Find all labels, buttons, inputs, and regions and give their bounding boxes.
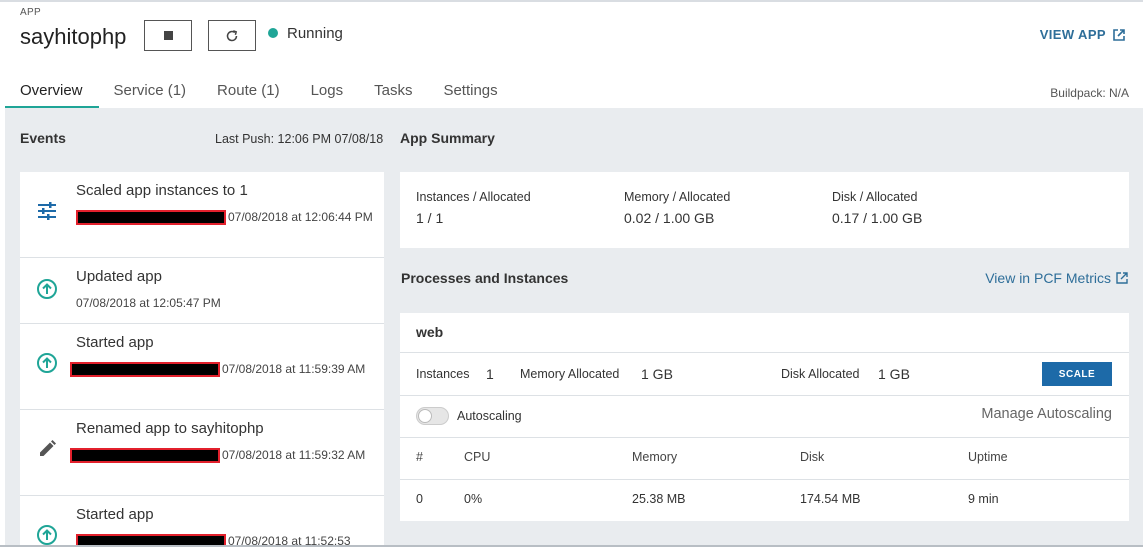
- external-link-icon: [1113, 28, 1125, 41]
- tab-settings[interactable]: Settings: [428, 72, 513, 108]
- event-item: Renamed app to sayhitophp 07/08/2018 at …: [20, 410, 384, 496]
- process-memory-label: Memory Allocated: [520, 367, 620, 381]
- event-item: Started app 07/08/2018 at 11:59:39 AM: [20, 324, 384, 410]
- instance-uptime: 9 min: [968, 492, 999, 506]
- redacted-block: [76, 210, 226, 226]
- app-label: APP: [20, 7, 41, 18]
- app-name: sayhitophp: [20, 24, 127, 49]
- autoscaling-label: Autoscaling: [457, 409, 522, 423]
- event-time: 07/08/2018 at 11:52:53: [228, 534, 351, 545]
- event-time: 07/08/2018 at 12:05:47 PM: [76, 296, 221, 310]
- event-meta: 07/08/2018 at 12:05:47 PM: [76, 293, 376, 313]
- restart-button[interactable]: [208, 20, 256, 51]
- arrow-up-circle-icon: [36, 524, 58, 545]
- instances-stat: Instances / Allocated 1 / 1: [416, 190, 531, 226]
- table-row: 0 0% 25.38 MB 174.54 MB 9 min: [400, 480, 1129, 521]
- processes-title: Processes and Instances: [401, 270, 569, 286]
- autoscaling-row: Autoscaling Manage Autoscaling: [400, 396, 1129, 438]
- column-header: Uptime: [968, 450, 1008, 464]
- buildpack-label: Buildpack: N/A: [1050, 86, 1129, 100]
- event-item: Started app 07/08/2018 at 11:52:53: [20, 496, 384, 545]
- event-item: Updated app 07/08/2018 at 12:05:47 PM: [20, 258, 384, 324]
- instance-index: 0: [416, 492, 423, 506]
- process-card: web Instances 1 Memory Allocated 1 GB Di…: [400, 313, 1129, 521]
- event-title: Renamed app to sayhitophp: [76, 420, 264, 437]
- autoscaling-toggle[interactable]: [416, 407, 449, 425]
- event-meta: 07/08/2018 at 11:59:32 AM: [70, 445, 370, 465]
- toggle-knob: [418, 409, 432, 423]
- process-instances-value: 1: [486, 366, 494, 382]
- instances-table-header: # CPU Memory Disk Uptime: [400, 438, 1129, 480]
- event-title: Updated app: [76, 268, 162, 285]
- arrow-up-circle-icon: [36, 278, 58, 300]
- event-title: Started app: [76, 506, 154, 523]
- external-link-icon: [1116, 272, 1128, 284]
- event-title: Started app: [76, 334, 154, 351]
- view-app-label: VIEW APP: [1039, 27, 1106, 42]
- arrow-up-circle-icon: [36, 352, 58, 374]
- process-disk-label: Disk Allocated: [781, 367, 860, 381]
- pcf-metrics-link[interactable]: View in PCF Metrics: [985, 270, 1129, 286]
- event-time: 07/08/2018 at 11:59:39 AM: [222, 362, 366, 376]
- memory-value: 0.02 / 1.00 GB: [624, 210, 715, 226]
- sliders-icon: [36, 200, 58, 222]
- redacted-block: [76, 534, 226, 545]
- tab-logs[interactable]: Logs: [296, 72, 360, 108]
- stop-icon: [163, 31, 173, 40]
- restart-icon: [226, 29, 238, 41]
- tab-tasks[interactable]: Tasks: [359, 72, 428, 108]
- redacted-block: [70, 448, 220, 464]
- pcf-metrics-label: View in PCF Metrics: [985, 270, 1111, 286]
- status-indicator: [268, 28, 278, 38]
- event-time: 07/08/2018 at 11:59:32 AM: [222, 448, 366, 462]
- process-allocation-row: Instances 1 Memory Allocated 1 GB Disk A…: [400, 353, 1129, 396]
- redacted-block: [70, 362, 220, 378]
- process-name-row: web: [400, 313, 1129, 353]
- view-app-link[interactable]: VIEW APP: [1040, 27, 1126, 42]
- event-title: Scaled app instances to 1: [76, 182, 248, 199]
- column-header: Disk: [800, 450, 825, 464]
- app-header: APP sayhitophp Running VIEW APP Overview…: [0, 2, 1143, 108]
- column-header: #: [416, 450, 423, 464]
- events-list[interactable]: Scaled app instances to 1 07/08/2018 at …: [20, 172, 384, 545]
- process-disk-value: 1 GB: [878, 366, 910, 382]
- event-meta: 07/08/2018 at 12:06:44 PM: [76, 207, 376, 227]
- event-item: Scaled app instances to 1 07/08/2018 at …: [20, 172, 384, 258]
- status-text: Running: [287, 25, 343, 42]
- summary-card: Instances / Allocated 1 / 1 Memory / All…: [400, 172, 1129, 248]
- instance-memory: 25.38 MB: [632, 492, 686, 506]
- instances-value: 1 / 1: [416, 210, 444, 226]
- tab-bar: Overview Service (1) Route (1) Logs Task…: [5, 72, 514, 108]
- event-meta: 07/08/2018 at 11:52:53: [76, 531, 376, 545]
- disk-value: 0.17 / 1.00 GB: [832, 210, 923, 226]
- disk-label: Disk / Allocated: [832, 190, 918, 204]
- content-area: Events Last Push: 12:06 PM 07/08/18 Scal…: [5, 108, 1143, 545]
- scale-button[interactable]: SCALE: [1042, 362, 1112, 386]
- column-header: Memory: [632, 450, 678, 464]
- pencil-icon: [36, 438, 58, 460]
- manage-autoscaling-link[interactable]: Manage Autoscaling: [981, 406, 1112, 422]
- stop-button[interactable]: [144, 20, 192, 51]
- event-time: 07/08/2018 at 12:06:44 PM: [228, 210, 373, 224]
- disk-stat: Disk / Allocated 0.17 / 1.00 GB: [832, 190, 922, 226]
- summary-title: App Summary: [400, 130, 495, 146]
- tab-service[interactable]: Service (1): [99, 72, 203, 108]
- tab-route[interactable]: Route (1): [202, 72, 296, 108]
- event-meta: 07/08/2018 at 11:59:39 AM: [70, 359, 370, 379]
- process-instances-label: Instances: [416, 367, 470, 381]
- instance-disk: 174.54 MB: [800, 492, 861, 506]
- memory-stat: Memory / Allocated 0.02 / 1.00 GB: [624, 190, 730, 226]
- events-title: Events: [20, 130, 66, 146]
- tab-overview[interactable]: Overview: [5, 72, 99, 108]
- last-push: Last Push: 12:06 PM 07/08/18: [215, 132, 384, 146]
- memory-label: Memory / Allocated: [624, 190, 731, 204]
- process-memory-value: 1 GB: [641, 366, 673, 382]
- instances-label: Instances / Allocated: [416, 190, 531, 204]
- process-name: web: [416, 324, 444, 340]
- column-header: CPU: [464, 450, 491, 464]
- instance-cpu: 0%: [464, 492, 483, 506]
